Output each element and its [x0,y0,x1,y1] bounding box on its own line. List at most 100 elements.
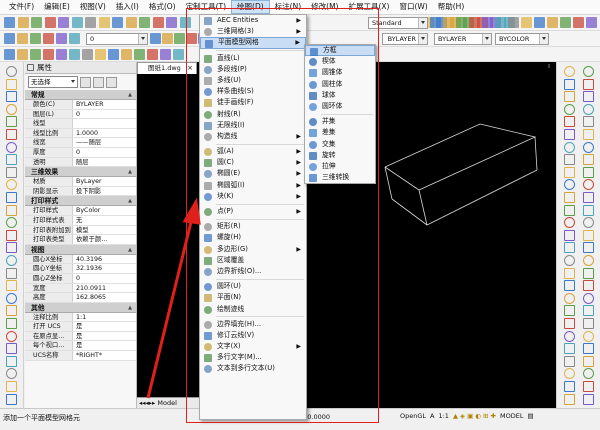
tool-icon[interactable] [583,103,594,115]
toolbar-button-icon[interactable] [43,49,54,60]
property-value[interactable]: 0 [73,109,136,119]
tool-icon[interactable] [564,292,575,304]
toolbar-button-icon[interactable] [469,17,480,28]
menu-option[interactable]: 三维网格(3) ▶ [200,26,306,37]
tool-icon[interactable] [6,305,17,317]
toolbar-button-icon[interactable] [495,17,506,28]
property-group-header[interactable]: 三维效果 [25,167,136,178]
menu-option[interactable]: 绘制迹线 [200,304,306,315]
tool-icon[interactable] [6,368,17,380]
property-value[interactable]: 1.0000 [73,128,136,138]
tool-icon[interactable] [6,267,17,279]
selection-dropdown[interactable]: 无选择 [28,76,78,88]
tool-icon[interactable] [583,368,594,380]
property-row[interactable]: 注释比例 1:1 [25,312,136,323]
status-menu-icon[interactable]: ▤ [527,412,533,420]
menu-option[interactable]: 差集 [305,127,375,138]
tool-icon[interactable] [564,318,575,329]
layer-combo[interactable]: 0 [86,33,148,45]
tool-icon[interactable] [564,343,575,355]
close-tab-icon[interactable]: × [187,63,193,74]
property-value[interactable]: *RIGHT* [73,351,136,360]
tool-icon[interactable] [583,78,594,90]
tool-icon[interactable] [6,255,17,266]
property-row[interactable]: 线型 [25,119,136,129]
property-group-header[interactable]: 打印样式 [25,196,136,207]
toolbar-button-icon[interactable] [17,33,28,44]
tool-icon[interactable] [6,78,17,90]
property-row[interactable]: 打印表附加到 模型 [25,225,136,236]
tool-icon[interactable] [564,393,575,405]
property-group-header[interactable]: 其他 [25,302,136,313]
menu-option[interactable]: AEC Entities ▶ [200,15,306,26]
tool-icon[interactable] [583,355,594,367]
toolbar-button-icon[interactable] [160,49,171,60]
toolbar-button-icon[interactable] [482,17,493,28]
tool-icon[interactable] [564,192,575,203]
property-group-header[interactable]: 常规 [25,90,136,100]
select-objects-button[interactable] [93,76,104,88]
menu-option[interactable]: 椭圆(E) ▶ [200,168,306,179]
toolbar-button-icon[interactable] [4,33,15,44]
menu-option[interactable]: 直线(L) [200,53,306,64]
menu-option[interactable]: 徒手画线(F) [200,97,306,108]
property-value[interactable]: 1:1 [73,312,136,322]
tool-icon[interactable] [583,179,594,191]
menu-option[interactable]: 多行文字(M)... [200,352,306,363]
property-value[interactable]: 0 [73,273,136,283]
toolbar-button-icon[interactable] [121,49,132,60]
tool-icon[interactable] [564,66,575,77]
toolbar-button-icon[interactable] [31,17,42,28]
tool-icon[interactable] [583,393,594,405]
property-value[interactable]: 162.8065 [73,293,136,302]
tool-icon[interactable] [583,280,594,292]
tool-icon[interactable] [583,343,594,355]
tool-icon[interactable] [6,242,17,254]
toolbar-button-icon[interactable] [150,33,161,44]
tool-icon[interactable] [6,330,17,342]
tool-icon[interactable] [6,141,17,153]
property-row[interactable]: UCS名称 *RIGHT* [25,351,136,361]
menu-item[interactable]: 绘图(D) [231,0,270,14]
toolbar-button-icon[interactable] [166,17,177,28]
tool-icon[interactable] [564,229,575,241]
tool-icon[interactable] [564,154,575,166]
menu-item[interactable]: 编辑(E) [39,0,75,14]
menu-option[interactable]: 多线(U) [200,75,306,86]
toolbar-button-icon[interactable] [134,49,145,60]
tool-icon[interactable] [564,116,575,128]
toolbar-button-icon[interactable] [43,33,54,44]
property-row[interactable]: 线型比例 1.0000 [25,128,136,139]
tool-icon[interactable] [6,217,17,229]
toolbar-button-icon[interactable] [4,17,15,28]
menu-option[interactable]: 旋转 [305,150,375,161]
toolbar-button-icon[interactable] [179,17,191,28]
property-value[interactable]: 随层 [73,157,136,167]
tool-icon[interactable] [583,141,594,153]
toolbar-button-icon[interactable] [69,49,80,60]
property-row[interactable]: 打印样式表无 [25,215,136,226]
property-value[interactable]: 投下阴影 [73,186,136,196]
tool-icon[interactable] [583,305,594,317]
menu-option[interactable]: 区域覆盖 [200,255,306,266]
tab-model[interactable]: Model [157,399,177,407]
tool-icon[interactable] [583,192,594,203]
toggle-pickadd-button[interactable] [80,76,91,88]
annotation-scale[interactable]: 1:1 [438,412,448,420]
toolbar-button-icon[interactable] [85,17,96,28]
status-toggle-icons[interactable]: ▲ ◈ ▣ ◐ ⊞ ✚ [453,412,496,420]
tool-icon[interactable] [6,129,17,140]
toolbar-button-icon[interactable] [147,49,158,60]
tool-icon[interactable] [583,381,594,392]
property-row[interactable]: 打印表类型 依赖于颜... [25,235,136,245]
tool-icon[interactable] [564,267,575,279]
menu-option[interactable]: 构造线 ▶ [200,131,306,142]
property-row[interactable]: 圆心Y坐标 32.1936 [25,264,136,274]
tool-icon[interactable] [564,330,575,342]
toolbar-button-icon[interactable] [69,33,80,44]
tool-icon[interactable] [6,355,17,367]
tool-icon[interactable] [564,305,575,317]
tool-icon[interactable] [583,330,594,342]
tool-icon[interactable] [583,292,594,304]
tab-drawing[interactable]: 图纸1.dwg × [137,62,197,74]
